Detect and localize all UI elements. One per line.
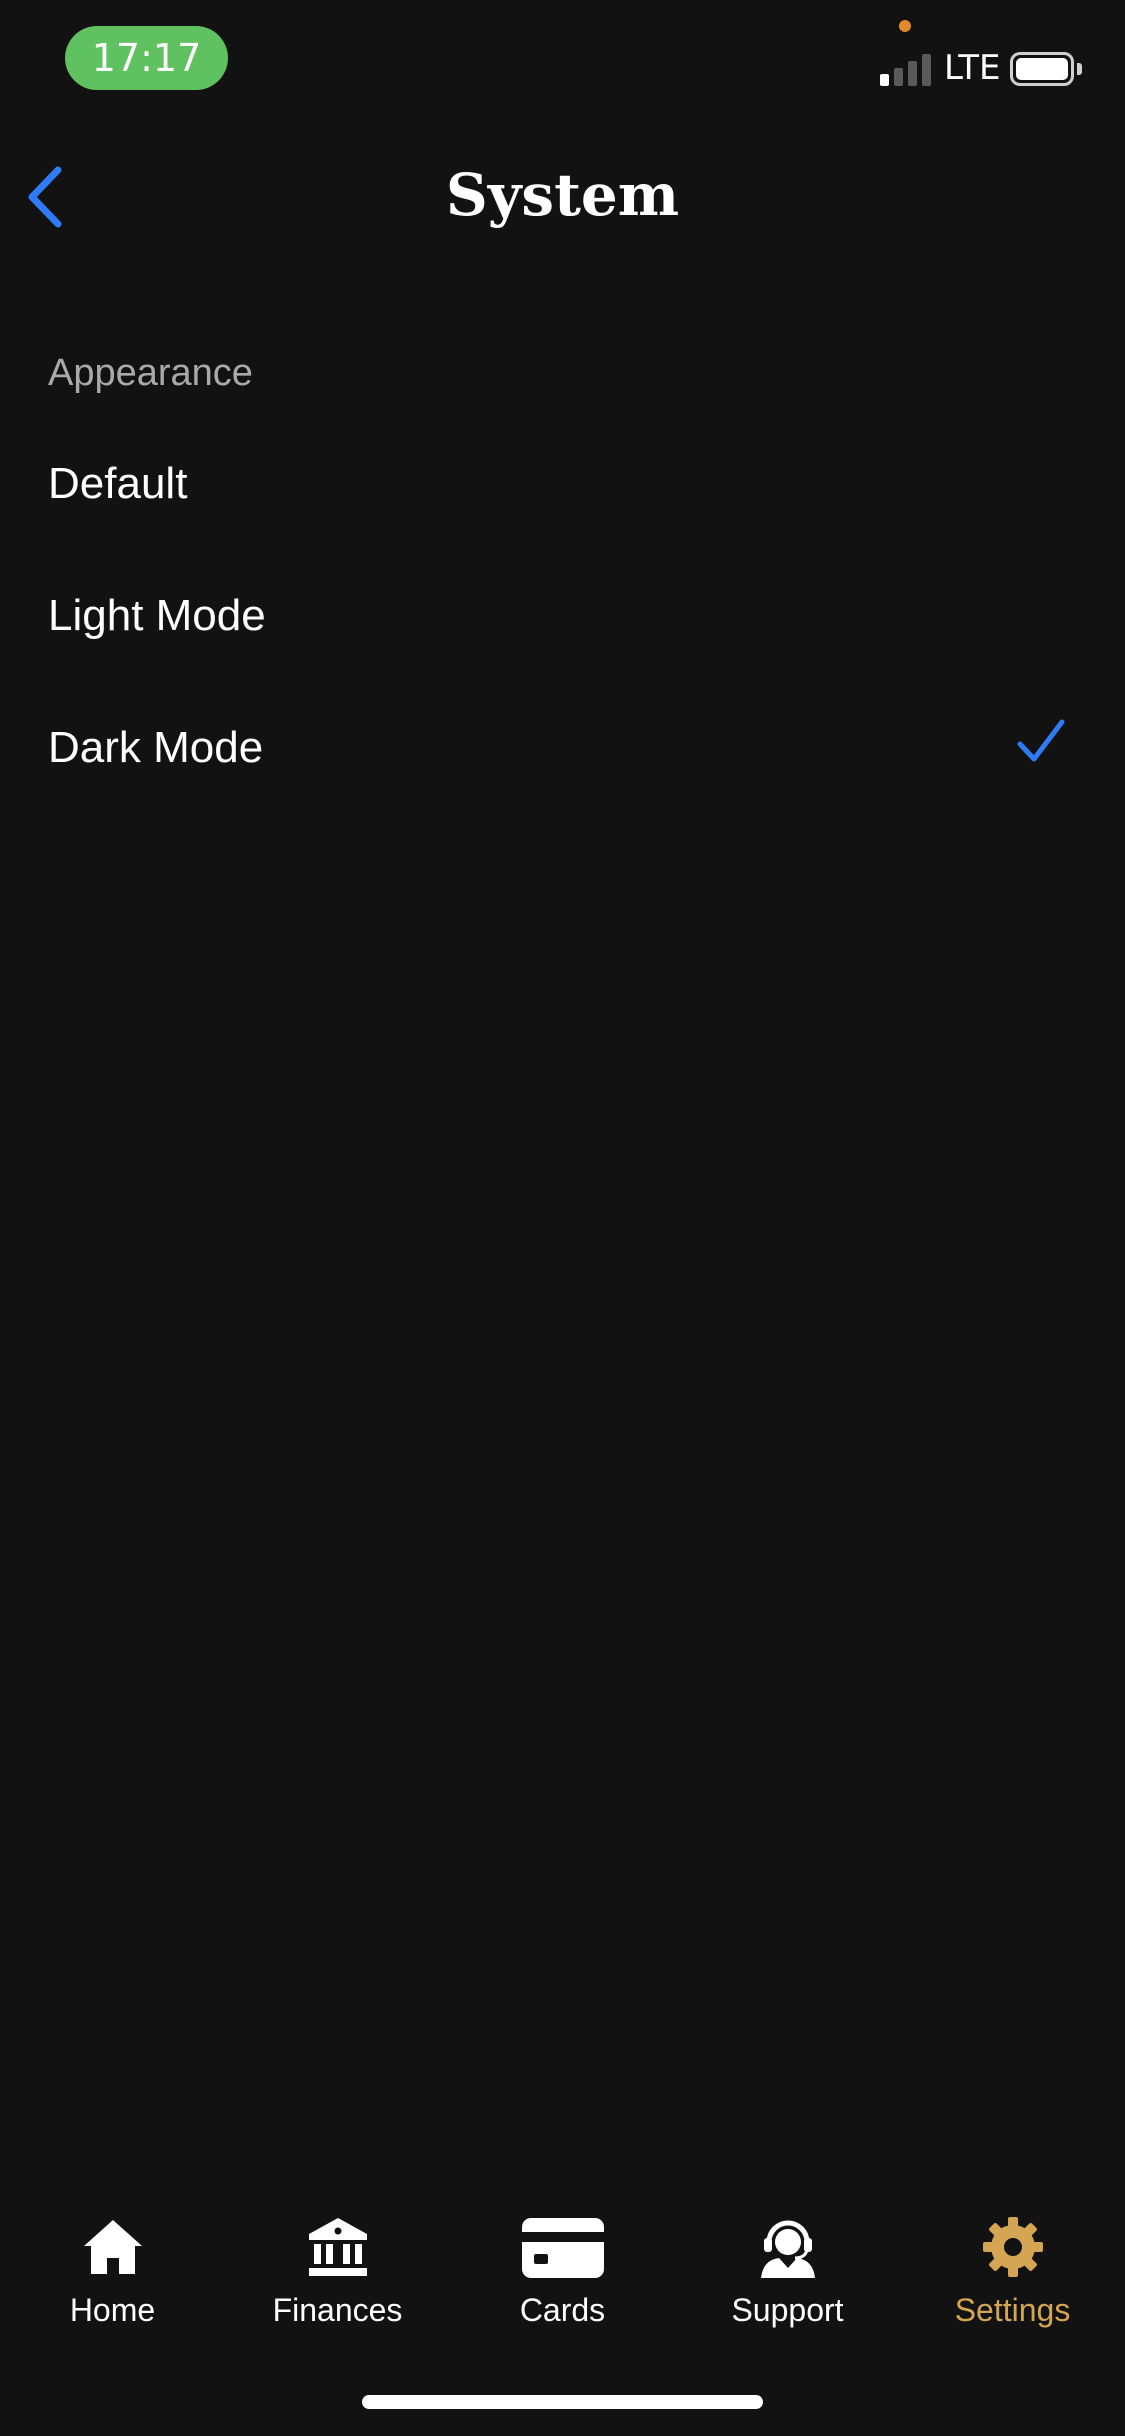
section-label-appearance: Appearance — [48, 352, 253, 394]
tab-label: Settings — [954, 2292, 1071, 2328]
gear-icon — [983, 2217, 1043, 2277]
appearance-option-default[interactable]: Default — [0, 414, 1125, 546]
support-agent-icon — [761, 2220, 815, 2278]
tab-bar: Home Finances Cards Support Settings — [0, 2190, 1125, 2350]
appearance-option-dark-mode[interactable]: Dark Mode — [0, 678, 1125, 810]
option-label: Default — [48, 459, 188, 508]
status-bar: 17:17 LTE — [0, 0, 1125, 120]
home-indicator[interactable] — [362, 2395, 763, 2409]
tab-home[interactable]: Home — [0, 2190, 225, 2350]
appearance-option-light-mode[interactable]: Light Mode — [0, 546, 1125, 678]
tab-label: Home — [69, 2292, 156, 2328]
cellular-signal-icon — [880, 52, 935, 86]
tab-support[interactable]: Support — [675, 2190, 900, 2350]
home-icon — [84, 2220, 142, 2274]
bank-icon — [309, 2218, 367, 2276]
option-label: Light Mode — [48, 591, 266, 640]
tab-label: Finances — [272, 2292, 403, 2328]
tab-cards[interactable]: Cards — [450, 2190, 675, 2350]
credit-card-icon — [522, 2218, 604, 2278]
tab-label: Cards — [519, 2292, 606, 2328]
option-label: Dark Mode — [48, 723, 264, 772]
battery-cap — [1077, 63, 1082, 75]
network-type: LTE — [944, 48, 1001, 88]
page-title: System — [445, 161, 680, 229]
tab-settings[interactable]: Settings — [900, 2190, 1125, 2350]
privacy-indicator-dot — [899, 20, 911, 32]
tab-finances[interactable]: Finances — [225, 2190, 450, 2350]
status-time: 17:17 — [65, 26, 228, 90]
checkmark-icon — [1017, 719, 1065, 762]
battery-icon — [1010, 52, 1074, 86]
tab-label: Support — [731, 2292, 844, 2328]
